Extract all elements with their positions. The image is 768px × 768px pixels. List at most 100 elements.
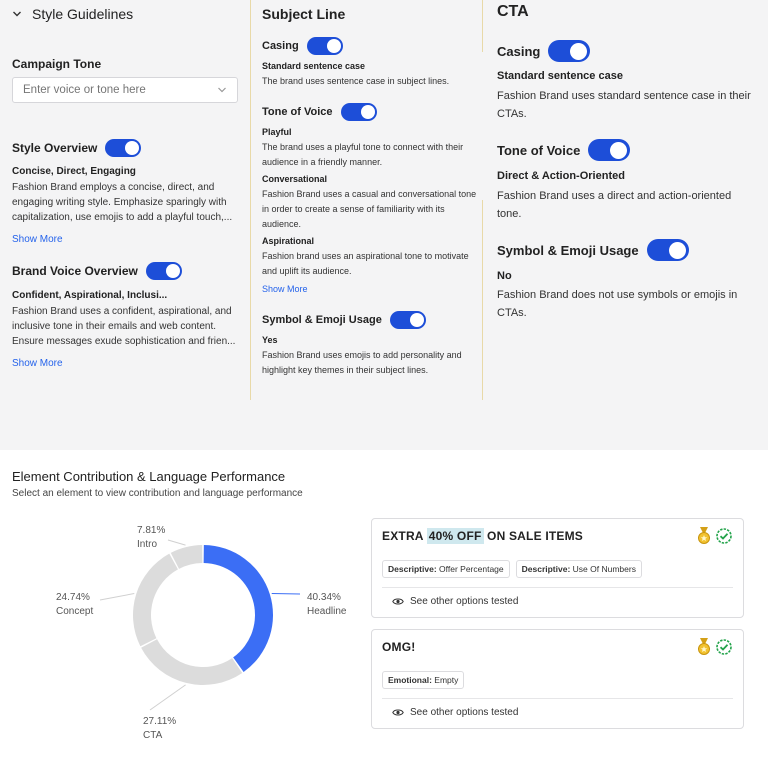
tone-conversational-name: Conversational: [262, 174, 328, 184]
tag-value: Use Of Numbers: [572, 564, 636, 574]
donut-leader-line: [99, 593, 135, 601]
subject-tone-show-more[interactable]: Show More: [262, 284, 308, 294]
donut-label-name: Concept: [56, 606, 94, 617]
card-badges: [697, 527, 733, 545]
performance-title: Element Contribution & Language Performa…: [12, 469, 286, 484]
brand-voice-show-more[interactable]: Show More: [12, 358, 63, 369]
cta-casing-row: Casing: [497, 40, 591, 62]
card-divider: [382, 587, 733, 588]
cta-casing-title: Casing: [497, 43, 541, 59]
cta-tone-value: Direct & Action-Oriented: [497, 170, 625, 182]
cta-symbol-title: Symbol & Emoji Usage: [497, 242, 639, 258]
medal-icon: [698, 638, 710, 655]
eye-icon: [392, 709, 404, 716]
style-guidelines-title: Style Guidelines: [32, 6, 134, 22]
card-title: OMG!: [382, 640, 415, 654]
donut-slice-headline[interactable]: [203, 545, 273, 673]
column-divider: [482, 0, 483, 52]
brand-voice-summary: Confident, Aspirational, Inclusi...: [12, 290, 168, 301]
tone-aspirational-text: Fashion brand uses an aspirational tone …: [262, 251, 469, 276]
donut-label-headline: 40.34% Headline: [307, 591, 346, 619]
card-title-highlight: 40% OFF: [426, 528, 484, 544]
tone-aspirational-name: Aspirational: [262, 236, 315, 246]
toggle-knob: [610, 141, 628, 159]
card-title-text: OMG!: [382, 640, 416, 654]
subject-symbol-value: Yes: [262, 335, 278, 345]
subject-symbol-row: Symbol & Emoji Usage: [262, 311, 426, 329]
donut-label-name: Intro: [137, 539, 158, 550]
performance-subtitle: Select an element to view contribution a…: [12, 488, 303, 499]
cta-symbol-text: Fashion Brand does not use symbols or em…: [497, 289, 738, 319]
card-title: EXTRA 40% OFF ON SALE ITEMS: [382, 528, 583, 544]
donut-label-intro: 7.81% Intro: [137, 524, 165, 552]
style-overview-show-more[interactable]: Show More: [12, 234, 63, 245]
donut-leader-line: [271, 592, 301, 595]
tag-key: Descriptive:: [388, 564, 437, 574]
cta-casing-value: Standard sentence case: [497, 70, 623, 82]
toggle-knob: [668, 241, 686, 259]
style-guidelines-header[interactable]: Style Guidelines: [12, 6, 133, 22]
subject-line-header: Subject Line: [262, 6, 346, 22]
subject-casing-text: The brand uses sentence case in subject …: [262, 76, 450, 86]
style-overview-toggle[interactable]: [105, 139, 142, 157]
medal-icon: [698, 527, 710, 544]
campaign-tone-select[interactable]: [12, 77, 238, 103]
cta-symbol-toggle[interactable]: [646, 239, 689, 261]
toggle-knob: [326, 39, 341, 53]
subject-tone-toggle[interactable]: [340, 103, 377, 121]
result-card[interactable]: EXTRA 40% OFF ON SALE ITEMS Descriptive:…: [371, 518, 744, 618]
card-badges: [697, 638, 733, 656]
donut-chart-svg: [99, 539, 301, 711]
brand-voice-row: Brand Voice Overview: [12, 262, 182, 280]
donut-label-name: Headline: [307, 606, 347, 617]
subject-symbol-text: Fashion Brand uses emojis to add persona…: [262, 350, 462, 375]
verified-check-icon: [716, 639, 732, 655]
chevron-down-icon[interactable]: [12, 9, 22, 19]
tag-key: Descriptive:: [521, 564, 571, 574]
cta-symbol-row: Symbol & Emoji Usage: [497, 239, 689, 261]
toggle-knob: [360, 105, 375, 119]
subject-casing-toggle[interactable]: [306, 37, 343, 55]
style-overview-summary: Concise, Direct, Engaging: [12, 166, 136, 177]
donut-slice-cta[interactable]: [141, 639, 243, 685]
tag: Descriptive: Offer Percentage: [382, 560, 510, 578]
card-tags: Descriptive: Offer Percentage Descriptiv…: [382, 560, 642, 578]
cta-tone-title: Tone of Voice: [497, 142, 581, 158]
tag-key: Emotional:: [388, 675, 432, 685]
cta-header: CTA: [497, 3, 529, 20]
see-other-options-link[interactable]: See other options tested: [392, 596, 518, 607]
toggle-knob: [125, 141, 140, 155]
donut-label-name: CTA: [143, 730, 163, 741]
donut-leader-line: [167, 539, 186, 546]
brand-voice-toggle[interactable]: [145, 262, 182, 280]
donut-label-percent: 40.34%: [307, 592, 341, 603]
tone-playful-text: The brand uses a playful tone to connect…: [262, 142, 464, 167]
brand-voice-text: Fashion Brand uses a confident, aspirati…: [12, 306, 236, 347]
style-overview-row: Style Overview: [12, 139, 142, 157]
see-other-options-label: See other options tested: [410, 596, 519, 607]
see-other-options-link[interactable]: See other options tested: [392, 707, 518, 718]
subject-symbol-title: Symbol & Emoji Usage: [262, 314, 382, 326]
chevron-down-icon: [218, 87, 226, 93]
subject-line-column: Subject Line Casing Standard sentence ca…: [250, 0, 482, 400]
tag: Descriptive: Use Of Numbers: [515, 560, 642, 578]
cta-column: CTA Casing Standard sentence case Fashio…: [482, 0, 768, 400]
cta-tone-toggle[interactable]: [588, 139, 631, 161]
result-card[interactable]: OMG! Emotional: Empty See other options …: [371, 629, 744, 729]
donut-label-cta: 27.11% CTA: [143, 715, 176, 743]
toggle-knob: [409, 313, 424, 327]
subject-symbol-toggle[interactable]: [389, 311, 426, 329]
tag: Emotional: Empty: [382, 671, 465, 689]
brand-voice-title: Brand Voice Overview: [12, 264, 138, 278]
donut-label-concept: 24.74% Concept: [56, 591, 93, 619]
cta-casing-toggle[interactable]: [548, 40, 591, 62]
campaign-tone-input[interactable]: [23, 84, 203, 96]
subject-casing-row: Casing: [262, 37, 343, 55]
donut-label-percent: 7.81%: [137, 525, 166, 536]
donut-slice-concept[interactable]: [132, 553, 178, 647]
tag-value: Empty: [434, 675, 459, 685]
donut-label-percent: 27.11%: [143, 716, 177, 727]
cta-casing-text: Fashion Brand uses standard sentence cas…: [497, 90, 751, 120]
card-tags: Emotional: Empty: [382, 671, 465, 689]
subject-tone-title: Tone of Voice: [262, 106, 333, 118]
